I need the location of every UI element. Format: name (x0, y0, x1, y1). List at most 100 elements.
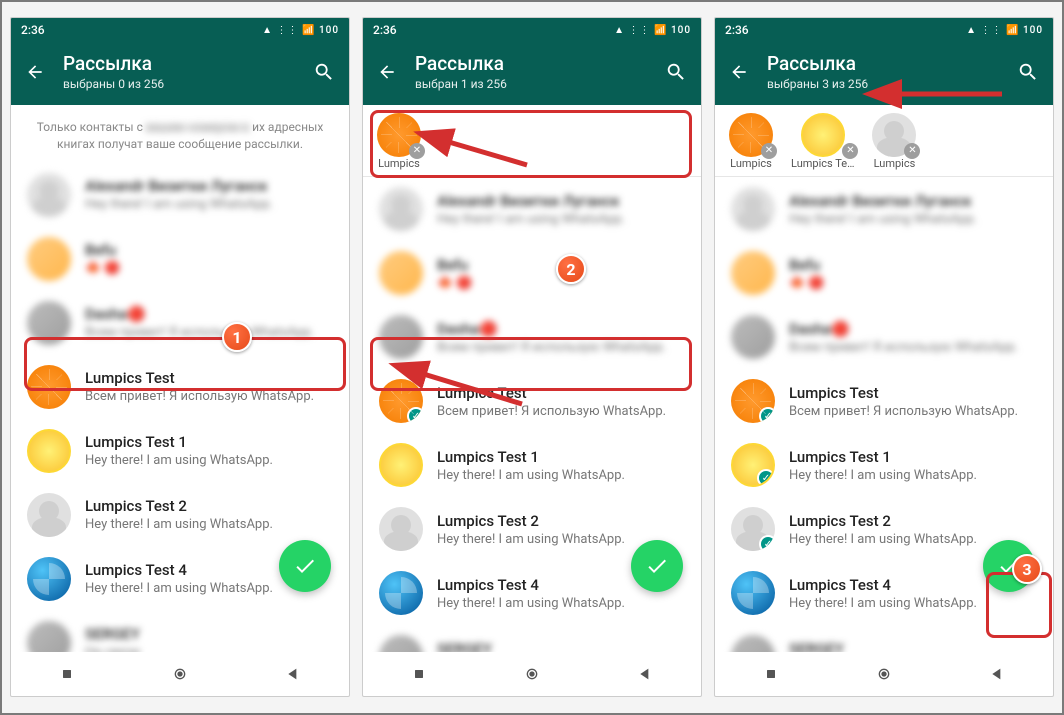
avatar-blank-icon (379, 507, 423, 551)
chip-remove-icon[interactable]: ✕ (409, 143, 425, 159)
nav-back-icon[interactable] (285, 666, 301, 682)
list-item[interactable]: SERGEYНа связи (11, 611, 349, 652)
contact-name: Lumpics Test (85, 369, 333, 387)
nav-home-icon[interactable] (524, 666, 540, 682)
back-icon[interactable] (377, 62, 397, 82)
status-bar: 2:36 ▲ ⋮⋮ 📶 100 (715, 18, 1053, 42)
list-item[interactable]: SERGEYНа связи (363, 625, 701, 652)
contact-name: Lumpics Test 1 (85, 433, 333, 451)
selected-check-icon: ✓ (759, 407, 775, 423)
chip-remove-icon[interactable]: ✕ (842, 143, 858, 159)
contact-status: Всем привет! Я использую WhatsApp. (789, 404, 1037, 419)
avatar-lemon-icon (379, 443, 423, 487)
contact-status: Hey there! I am using WhatsApp. (85, 517, 333, 532)
broadcast-info: Только контакты с вашим номером в их адр… (11, 105, 349, 163)
avatar-globe-icon (27, 557, 71, 601)
contact-status: Всем привет! Я использую WhatsApp. (85, 389, 333, 404)
avatar-lemon-icon: ✓ (731, 443, 775, 487)
avatar-lemon-icon (27, 429, 71, 473)
header-subtitle: выбран 1 из 256 (415, 77, 647, 91)
chip-lumpics-te[interactable]: ✕ Lumpics Te… (791, 113, 854, 170)
nav-home-icon[interactable] (172, 666, 188, 682)
chip-lumpics-blank[interactable]: ✕ Lumpics (872, 113, 916, 170)
back-icon[interactable] (25, 62, 45, 82)
contact-lumpics-test-1[interactable]: Lumpics Test 1Hey there! I am using What… (363, 433, 701, 497)
selected-check-icon: ✓ (759, 535, 775, 551)
status-bar: 2:36 ▲ ⋮⋮ 📶 100 (11, 18, 349, 42)
header-title: Рассылка (415, 52, 647, 75)
list-item[interactable]: Alexandr Визитки ЛуганскHey there! I am … (11, 163, 349, 227)
chip-lumpics[interactable]: ✕ Lumpics (729, 113, 773, 170)
contact-status: Hey there! I am using WhatsApp. (789, 468, 1037, 483)
list-item[interactable]: Dasha🔴Всем привет! Я использую WhatsApp. (715, 305, 1053, 369)
avatar-lemon-icon (801, 113, 845, 157)
phone-screen-3: 2:36 ▲ ⋮⋮ 📶 100 Рассылка выбраны 3 из 25… (714, 17, 1054, 697)
chip-remove-icon[interactable]: ✕ (761, 143, 777, 159)
search-icon[interactable] (1017, 61, 1039, 83)
search-icon[interactable] (665, 61, 687, 83)
header-text: Рассылка выбраны 0 из 256 (63, 52, 295, 91)
contact-status: Hey there! I am using WhatsApp. (437, 468, 685, 483)
header-title: Рассылка (63, 52, 295, 75)
list-item[interactable]: Dasha🔴Всем привет! Я использую WhatsApp. (363, 305, 701, 369)
list-item[interactable]: Befu🍁 🔴 (11, 227, 349, 291)
chip-label: Lumpics Te… (791, 157, 854, 170)
phone-screen-2: 2:36 ▲ ⋮⋮ 📶 100 Рассылка выбран 1 из 256… (362, 17, 702, 697)
list-item[interactable]: Alexandr Визитки ЛуганскHey there! I am … (363, 177, 701, 241)
nav-back-icon[interactable] (637, 666, 653, 682)
header-subtitle: выбраны 3 из 256 (767, 77, 999, 91)
search-icon[interactable] (313, 61, 335, 83)
status-time: 2:36 (725, 23, 749, 37)
nav-bar (363, 652, 701, 696)
phone-screen-1: 2:36 ▲ ⋮⋮ 📶 100 Рассылка выбраны 0 из 25… (10, 17, 350, 697)
contact-lumpics-test-2[interactable]: Lumpics Test 2 Hey there! I am using Wha… (11, 483, 349, 547)
list-item[interactable]: Dasha🔴Всем привет! Я использую WhatsApp. (11, 291, 349, 355)
list-item[interactable]: SERGEYНа связи (715, 625, 1053, 652)
nav-recent-icon[interactable] (59, 666, 75, 682)
list-item[interactable]: Befu🍁 🔴 (715, 241, 1053, 305)
contact-name: Lumpics Test 1 (789, 448, 1037, 466)
status-time: 2:36 (373, 23, 397, 37)
chip-label: Lumpics (378, 157, 420, 170)
nav-recent-icon[interactable] (411, 666, 427, 682)
contact-lumpics-test-1[interactable]: ✓ Lumpics Test 1 Hey there! I am using Wh… (715, 433, 1053, 497)
chip-label: Lumpics (730, 157, 772, 170)
contact-name: Lumpics Test 2 (85, 497, 333, 515)
avatar-orange-icon (27, 365, 71, 409)
contact-lumpics-test-1[interactable]: Lumpics Test 1 Hey there! I am using Wha… (11, 419, 349, 483)
status-time: 2:36 (21, 23, 45, 37)
contact-status: Hey there! I am using WhatsApp. (85, 453, 333, 468)
contact-name: Lumpics Test 2 (437, 512, 685, 530)
contact-name: Lumpics Test (437, 384, 685, 402)
chip-lumpics[interactable]: ✕ Lumpics (377, 113, 421, 170)
list-item[interactable]: Befu🍁 🔴 (363, 241, 701, 305)
back-icon[interactable] (729, 62, 749, 82)
selected-chips: ✕ Lumpics ✕ Lumpics Te… ✕ Lumpics (715, 105, 1053, 176)
contact-name: Lumpics Test (789, 384, 1037, 402)
contact-lumpics-test[interactable]: Lumpics Test Всем привет! Я использую Wh… (11, 355, 349, 419)
nav-recent-icon[interactable] (763, 666, 779, 682)
avatar-blank-icon (27, 493, 71, 537)
confirm-fab[interactable] (983, 540, 1035, 592)
status-bar: 2:36 ▲ ⋮⋮ 📶 100 (363, 18, 701, 42)
avatar-globe-icon (379, 571, 423, 615)
header-text: Рассылка выбран 1 из 256 (415, 52, 647, 91)
contact-lumpics-test[interactable]: ✓ Lumpics Test Всем привет! Я использую … (363, 369, 701, 433)
nav-bar (715, 652, 1053, 696)
selected-check-icon: ✓ (407, 407, 423, 423)
header-title: Рассылка (767, 52, 999, 75)
nav-home-icon[interactable] (876, 666, 892, 682)
confirm-fab[interactable] (631, 540, 683, 592)
chip-remove-icon[interactable]: ✕ (904, 143, 920, 159)
avatar-blank-icon: ✓ (731, 507, 775, 551)
contact-status: Всем привет! Я использую WhatsApp. (437, 404, 685, 419)
app-header: Рассылка выбраны 0 из 256 (11, 42, 349, 105)
confirm-fab[interactable] (279, 540, 331, 592)
avatar-orange-icon: ✓ (731, 379, 775, 423)
header-subtitle: выбраны 0 из 256 (63, 77, 295, 91)
status-icons: ▲ ⋮⋮ 📶 100 (966, 25, 1043, 36)
contact-status: Hey there! I am using WhatsApp. (437, 596, 685, 611)
list-item[interactable]: Alexandr Визитки ЛуганскHey there! I am … (715, 177, 1053, 241)
nav-back-icon[interactable] (989, 666, 1005, 682)
contact-lumpics-test[interactable]: ✓ Lumpics Test Всем привет! Я использую W… (715, 369, 1053, 433)
